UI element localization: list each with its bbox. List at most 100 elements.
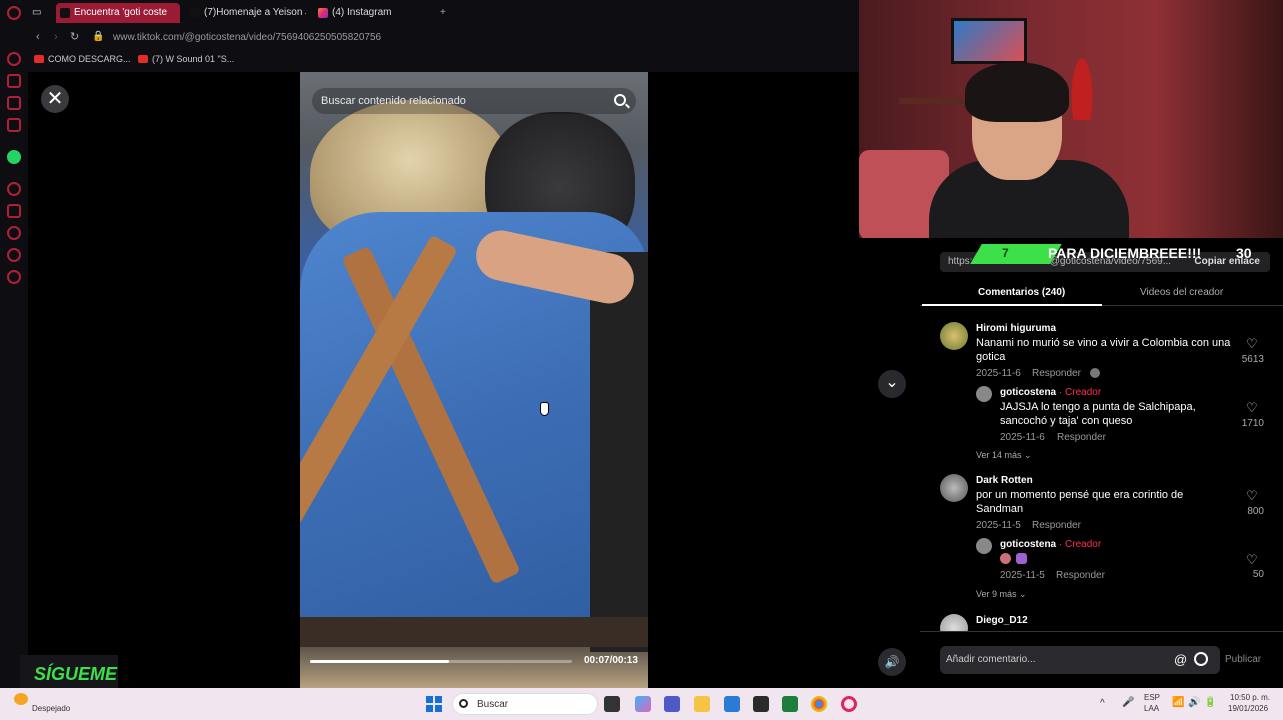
comment-author[interactable]: Diego_D12 [976,615,1028,626]
heart-icon[interactable]: ♡ [1246,553,1258,566]
player-icon[interactable] [7,182,21,196]
view-more-label: Ver 14 más [976,450,1022,460]
reload-icon[interactable]: ↻ [70,30,79,43]
wifi-icon[interactable]: 📶 [1172,697,1184,708]
excel-icon[interactable] [782,696,798,712]
volume-icon[interactable]: 🔊 [1188,697,1200,708]
show-hidden-icons[interactable]: ^ [1100,698,1105,709]
search-icon[interactable] [614,94,626,106]
shopping-icon[interactable] [7,74,21,88]
avatar[interactable] [940,614,968,632]
avatar[interactable] [976,538,992,554]
opera-icon[interactable] [841,696,857,712]
video-progress-bar[interactable] [310,660,572,663]
comment-author[interactable]: goticostena · Creador [1000,387,1101,398]
webcam-shelf [899,98,969,104]
taskbar-search-placeholder: Buscar [477,699,509,710]
view-more-replies[interactable]: Ver 14 más ⌄ [976,450,1032,461]
instagram-icon[interactable] [7,118,21,132]
avatar[interactable] [976,386,992,402]
heart-icon[interactable]: ♡ [1246,401,1258,414]
reply-button[interactable]: Responder [1032,520,1081,531]
instagram-icon [318,8,328,18]
history-icon[interactable] [7,226,21,240]
tab-instagram[interactable]: (4) Instagram [314,3,414,23]
comment-text: Nanami no murió se vino a vivir a Colomb… [976,337,1231,349]
video-timecode: 00:07/00:13 [584,655,638,666]
emoji-sticker-icon [1016,553,1027,564]
bookmark-item[interactable]: (7) W Sound 01 "S... [138,54,234,64]
tab-youtube[interactable]: (7)Homenaje a Yeison Jim [186,3,306,23]
weather-text[interactable]: Despejado [32,704,70,713]
comment-text: JAJSJA lo tengo a punta de Salchipapa, [1000,401,1196,413]
tab-label: Encuentra 'goti coste [74,7,168,18]
video-icon[interactable] [7,204,21,218]
like-count: 5613 [1241,354,1264,365]
comment-date: 2025-11-6 [976,368,1021,379]
store-icon[interactable] [724,696,740,712]
microphone-icon[interactable]: 🎤 [1122,697,1134,708]
reply-button[interactable]: Responder [1057,432,1106,443]
comment-date: 2025-11-6 [1000,432,1045,443]
tiktok-icon [60,8,70,18]
bookmark-item[interactable]: COMO DESCARG... [34,54,131,64]
video-player[interactable] [300,72,648,688]
extensions-icon[interactable] [7,248,21,262]
comment-item: Hiromi higuruma Nanami no murió se vino … [940,320,1283,470]
heart-icon[interactable]: ♡ [1246,489,1258,502]
back-icon[interactable]: ‹ [36,31,40,43]
tab-comments[interactable]: Comentarios (240) [978,287,1065,298]
aria-icon[interactable] [7,52,21,66]
video-progress-fill [310,660,449,663]
taskbar-search-input[interactable]: Buscar [452,693,598,715]
url-field[interactable]: www.tiktok.com/@goticostena/video/756940… [113,32,381,43]
tab-overview-icon[interactable]: ▭ [32,3,50,23]
comment-author[interactable]: goticostena · Creador [1000,539,1101,550]
windows-start-icon[interactable] [426,696,442,712]
creator-badge: · Creador [1058,387,1102,398]
avatar[interactable] [940,474,968,502]
clock-time[interactable]: 10:50 p. m. [1230,693,1270,702]
messenger-icon[interactable] [7,96,21,110]
language-code[interactable]: ESP [1144,693,1160,702]
avatar[interactable] [940,322,968,350]
close-button[interactable]: ✕ [41,85,69,113]
view-more-replies[interactable]: Ver 9 más ⌄ [976,589,1027,600]
next-video-button[interactable]: ⌄ [878,370,906,398]
forward-icon[interactable]: › [54,31,58,43]
teams-icon[interactable] [664,696,680,712]
tab-creator-videos[interactable]: Videos del creador [1140,287,1223,298]
task-view-icon[interactable] [604,696,620,712]
battery-icon[interactable]: 🔋 [1204,697,1216,708]
follow-me-text: SÍGUEME [34,664,118,684]
obs-icon[interactable] [753,696,769,712]
related-search-input[interactable]: Buscar contenido relacionado [312,88,636,114]
reply-button[interactable]: Responder [1056,570,1105,581]
bookmark-label: COMO DESCARG... [48,54,131,64]
banner-text: PARA DICIEMBREEE!!! [1048,245,1202,261]
mention-icon[interactable]: @ [1174,652,1187,667]
settings-icon[interactable] [7,270,21,284]
whatsapp-icon[interactable] [7,150,21,164]
chrome-icon[interactable] [811,696,827,712]
publish-button[interactable]: Publicar [1225,654,1261,665]
comment-author[interactable]: Dark Rotten [976,475,1033,486]
weather-icon[interactable] [14,693,28,705]
file-explorer-icon[interactable] [694,696,710,712]
volume-button[interactable]: 🔊 [878,648,906,676]
banner-count: 30 [1236,245,1252,261]
clock-date[interactable]: 19/01/2026 [1228,704,1268,713]
tab-tiktok[interactable]: Encuentra 'goti coste [56,3,180,23]
copilot-icon[interactable] [635,696,651,712]
webcam-tv [951,18,1027,64]
reply-button[interactable]: Responder [1032,368,1081,379]
new-tab-button[interactable]: + [440,3,456,23]
opera-logo-icon[interactable] [7,6,21,20]
youtube-icon [138,55,148,63]
heart-icon[interactable]: ♡ [1246,337,1258,350]
comment-input[interactable]: Añadir comentario... @ [940,646,1220,674]
webcam-person-hair [965,62,1069,122]
comment-author[interactable]: Hiromi higuruma [976,323,1056,334]
emoji-icon[interactable] [1194,652,1208,666]
comment-text: Sandman [976,503,1024,515]
